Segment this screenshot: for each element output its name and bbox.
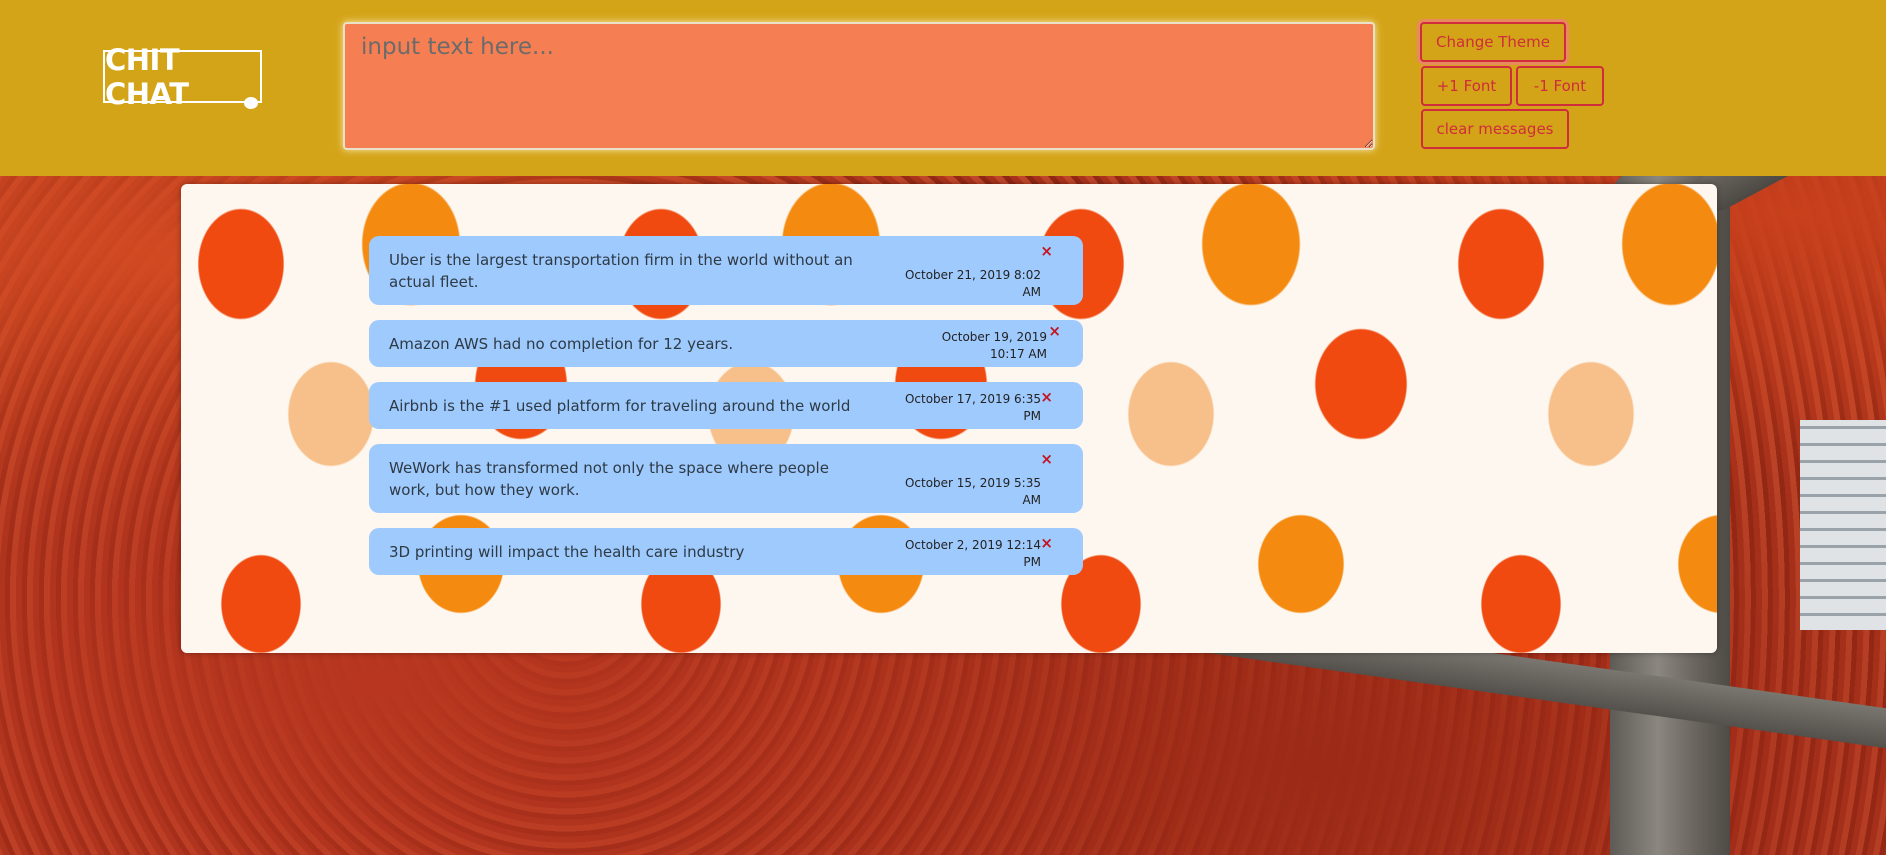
message-text: Airbnb is the #1 used platform for trave… <box>389 397 851 415</box>
message-timestamp: October 2, 2019 12:14 PM <box>904 538 1041 569</box>
change-theme-button[interactable]: Change Theme <box>1420 22 1566 62</box>
message-item: Amazon AWS had no completion for 12 year… <box>369 320 1083 367</box>
message-item: Airbnb is the #1 used platform for trave… <box>369 382 1083 429</box>
message-item: WeWork has transformed not only the spac… <box>369 444 1083 513</box>
speech-bubble-icon <box>244 97 258 109</box>
header-bar: CHIT CHAT Change Theme +1 Font -1 Font c… <box>0 0 1886 176</box>
chit-chat-logo: CHIT CHAT <box>103 43 262 111</box>
delete-message-icon[interactable]: × <box>1048 320 1061 342</box>
message-timestamp: October 19, 2019 10:17 AM <box>941 330 1047 361</box>
building <box>1800 420 1886 630</box>
delete-message-icon[interactable]: × <box>1040 448 1053 470</box>
message-item: 3D printing will impact the health care … <box>369 528 1083 575</box>
message-timestamp: October 17, 2019 6:35 PM <box>904 392 1041 423</box>
message-list: Uber is the largest transportation firm … <box>369 236 1083 590</box>
message-input[interactable] <box>343 22 1375 150</box>
delete-message-icon[interactable]: × <box>1040 386 1053 408</box>
message-timestamp: October 21, 2019 8:02 AM <box>904 268 1041 299</box>
message-text: Uber is the largest transportation firm … <box>389 251 853 291</box>
message-text: WeWork has transformed not only the spac… <box>389 459 829 499</box>
increase-font-button[interactable]: +1 Font <box>1421 66 1512 106</box>
message-text: Amazon AWS had no completion for 12 year… <box>389 335 734 353</box>
decrease-font-button[interactable]: -1 Font <box>1516 66 1604 106</box>
message-timestamp: October 15, 2019 5:35 AM <box>904 476 1041 507</box>
delete-message-icon[interactable]: × <box>1040 240 1053 262</box>
message-item: Uber is the largest transportation firm … <box>369 236 1083 305</box>
logo-text: CHIT CHAT <box>105 42 189 111</box>
message-text: 3D printing will impact the health care … <box>389 543 745 561</box>
message-panel: Uber is the largest transportation firm … <box>181 184 1717 653</box>
delete-message-icon[interactable]: × <box>1040 532 1053 554</box>
clear-messages-button[interactable]: clear messages <box>1421 109 1569 149</box>
